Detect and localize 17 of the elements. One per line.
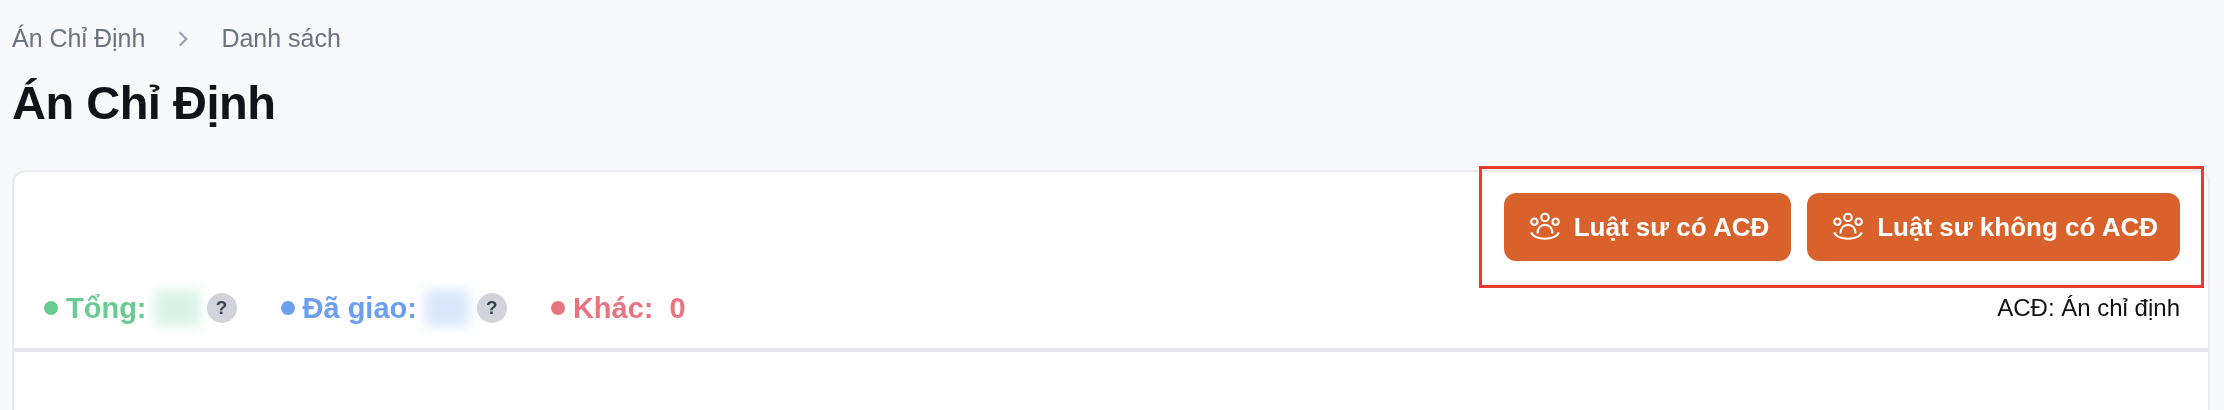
abbreviation-note: ACĐ: Án chỉ định <box>1997 294 2180 322</box>
help-badge[interactable]: ? <box>476 293 507 323</box>
stat-label: Đã giao: <box>302 291 417 325</box>
page-title: Án Chỉ Định <box>12 75 277 130</box>
people-group-icon <box>1527 212 1562 242</box>
breadcrumb-item: Danh sách <box>221 24 341 53</box>
lawyer-filter-button[interactable]: Luật sư có ACĐ <box>1503 193 1792 261</box>
stat-label: Khác: <box>572 291 654 325</box>
blurred-value <box>424 290 469 326</box>
help-badge[interactable]: ? <box>206 293 237 323</box>
stat-label: Tổng: <box>66 291 147 325</box>
chevron-right-icon <box>177 29 190 48</box>
blurred-value <box>154 290 199 326</box>
people-group-icon <box>1831 212 1866 242</box>
lawyer-filter-button[interactable]: Luật sư không có ACĐ <box>1807 193 2180 261</box>
breadcrumb-item[interactable]: Án Chỉ Định <box>12 24 146 53</box>
stat-value: 0 <box>669 291 686 325</box>
